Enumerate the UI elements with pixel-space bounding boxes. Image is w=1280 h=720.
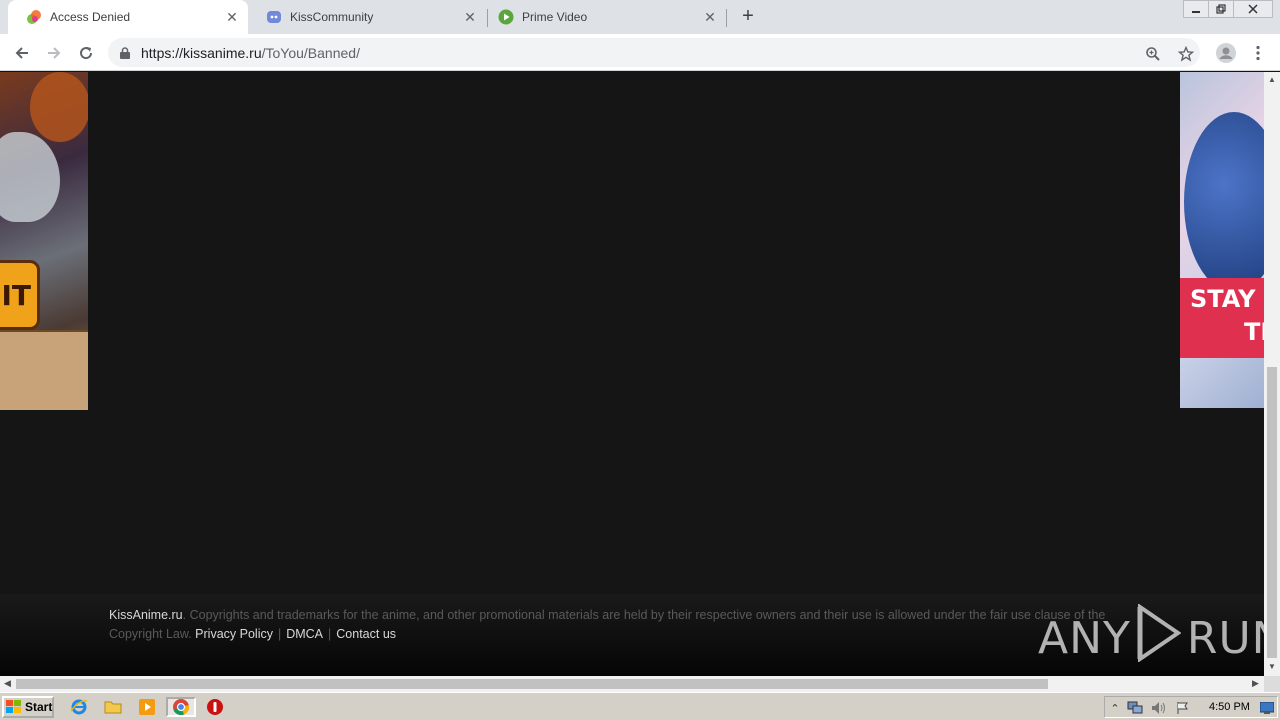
ad-text: TI [1244, 318, 1264, 346]
volume-icon[interactable] [1151, 700, 1167, 716]
page-content: IT STAY TI KissAnime.ru. Copyrights and … [0, 72, 1264, 676]
scrollbar-corner [1264, 676, 1280, 692]
show-desktop-icon[interactable] [1259, 700, 1275, 716]
folder-icon[interactable] [102, 697, 124, 717]
tab-title: KissCommunity [290, 10, 374, 24]
tab-kisscommunity[interactable]: KissCommunity ✕ [248, 0, 486, 34]
bookmark-star-icon[interactable] [1177, 45, 1195, 63]
close-tab-icon[interactable]: ✕ [224, 9, 240, 25]
watermark-text: ANY [1038, 612, 1131, 664]
system-tray: ⌃ 4:50 PM [1104, 696, 1278, 718]
copyright-text: Copyright Law. [109, 627, 192, 641]
new-tab-button[interactable]: + [738, 6, 758, 26]
tab-title: Prime Video [522, 10, 588, 24]
vertical-scrollbar[interactable]: ▲ ▼ [1264, 72, 1280, 676]
clock[interactable]: 4:50 PM [1209, 701, 1250, 713]
anyrun-watermark: ANY RUN [1038, 602, 1280, 673]
tab-strip: Access Denied ✕ KissCommunity ✕ Prime Vi… [0, 0, 1280, 34]
scroll-thumb[interactable] [1267, 367, 1277, 658]
scroll-up-icon[interactable]: ▲ [1268, 75, 1276, 84]
taskbar: Start ⌃ 4:50 PM [0, 692, 1280, 720]
link-separator: | [328, 627, 332, 641]
scroll-thumb[interactable] [16, 679, 1048, 689]
discord-icon [266, 9, 282, 25]
browser-toolbar: https://kissanime.ru/ToYou/Banned/ [0, 34, 1280, 71]
tab-separator [726, 9, 727, 27]
internet-explorer-icon[interactable] [68, 697, 90, 717]
media-player-icon[interactable] [136, 697, 158, 717]
close-tab-icon[interactable]: ✕ [462, 9, 478, 25]
address-bar[interactable]: https://kissanime.ru/ToYou/Banned/ [108, 38, 1200, 67]
copyright-line: KissAnime.ru. Copyrights and trademarks … [109, 608, 1169, 622]
url-path: /ToYou/Banned/ [261, 45, 360, 61]
kissanime-icon [26, 9, 42, 25]
action-center-flag-icon[interactable] [1175, 700, 1191, 716]
contact-us-link[interactable]: Contact us [336, 627, 396, 641]
lock-icon [120, 46, 130, 64]
ad-text: STAY [1190, 285, 1256, 313]
tab-title: Access Denied [50, 10, 131, 24]
chrome-icon[interactable] [166, 697, 196, 717]
play-outline-icon [1137, 602, 1182, 673]
ad-artwork [0, 132, 60, 222]
ad-artwork [30, 72, 88, 142]
tab-access-denied[interactable]: Access Denied ✕ [8, 0, 248, 34]
link-separator: | [277, 627, 282, 641]
reload-icon[interactable] [74, 41, 98, 65]
tab-prime-video[interactable]: Prime Video ✕ [488, 0, 726, 34]
tray-expand-icon[interactable]: ⌃ [1107, 700, 1123, 716]
restore-button[interactable] [1208, 0, 1234, 18]
url-domain: https://kissanime.ru [141, 45, 262, 61]
right-banner-ad[interactable]: STAY TI [1180, 72, 1264, 408]
windows-logo-icon [6, 700, 22, 714]
profile-avatar-icon[interactable] [1214, 41, 1238, 65]
ad-artwork [1184, 112, 1264, 292]
zoom-icon[interactable] [1144, 45, 1162, 63]
stop-sign-icon[interactable] [204, 697, 226, 717]
play-icon [498, 9, 514, 25]
ad-artwork [0, 330, 88, 410]
site-brand[interactable]: KissAnime.ru [109, 608, 183, 622]
privacy-policy-link[interactable]: Privacy Policy [195, 627, 273, 641]
minimize-button[interactable] [1183, 0, 1209, 18]
forward-arrow-icon[interactable] [42, 41, 66, 65]
close-window-button[interactable] [1233, 0, 1273, 18]
menu-kebab-icon[interactable] [1246, 41, 1270, 65]
url-text: https://kissanime.ru/ToYou/Banned/ [141, 45, 360, 61]
dmca-link[interactable]: DMCA [286, 627, 323, 641]
copyright-line: Copyright Law. Privacy Policy | DMCA | Conta… [109, 627, 1169, 641]
start-button[interactable]: Start [2, 696, 54, 718]
copyright-text: . Copyrights and trademarks for the anim… [182, 608, 1106, 622]
horizontal-scrollbar[interactable]: ◀ ▶ [0, 676, 1264, 692]
scroll-down-icon[interactable]: ▼ [1268, 662, 1276, 671]
back-arrow-icon[interactable] [10, 41, 34, 65]
scroll-right-icon[interactable]: ▶ [1252, 678, 1259, 689]
scroll-left-icon[interactable]: ◀ [4, 678, 11, 689]
ad-badge: IT [0, 260, 40, 330]
start-label: Start [25, 700, 53, 714]
network-icon[interactable] [1127, 700, 1143, 716]
close-tab-icon[interactable]: ✕ [702, 9, 718, 25]
left-banner-ad[interactable]: IT [0, 72, 88, 410]
